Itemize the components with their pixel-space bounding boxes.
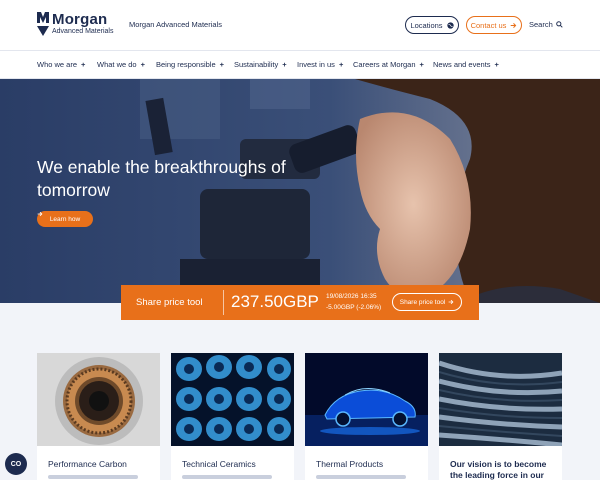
morgan-logo-icon	[37, 12, 49, 36]
nav-item-invest-in-us[interactable]: Invest in us +	[297, 60, 343, 69]
plus-icon: +	[81, 60, 86, 69]
technical-ceramics-image	[171, 353, 294, 446]
share-price-label: Share price tool	[136, 297, 203, 308]
vision-text: Our vision is to become the leading forc…	[450, 459, 547, 480]
card-description-placeholder	[316, 475, 406, 479]
hero-banner: We enable the breakthroughs of tomorrow …	[0, 79, 600, 303]
locations-label: Locations	[410, 20, 443, 30]
cookie-settings-button[interactable]: CO	[5, 453, 27, 475]
hero-title: We enable the breakthroughs of tomorrow	[37, 157, 286, 200]
plus-icon: +	[140, 60, 145, 69]
arrow-right-icon	[37, 211, 43, 217]
vision-card[interactable]: Our vision is to become the leading forc…	[439, 353, 562, 480]
main-nav: Who we are + What we do + Being responsibl…	[0, 50, 600, 79]
logo-subname: Advanced Materials	[52, 28, 114, 35]
card-title: Performance Carbon	[48, 459, 127, 469]
nav-item-sustainability[interactable]: Sustainability +	[234, 60, 287, 69]
share-price-change: -5.00GBP (-2.06%)	[326, 304, 382, 311]
card-description-placeholder	[182, 475, 272, 479]
globe-icon	[446, 21, 454, 29]
contact-label: Contact us	[470, 20, 507, 30]
share-price-tool-button[interactable]: Share price tool	[392, 293, 462, 311]
morgan-logo[interactable]: Morgan Advanced Materials	[37, 12, 113, 36]
turbine-blades-image	[439, 353, 562, 446]
thermal-products-image	[305, 353, 428, 446]
share-price-value: 237.50GBP	[231, 292, 319, 311]
plus-icon: +	[338, 60, 344, 69]
card-performance-carbon[interactable]: Performance Carbon	[37, 353, 160, 480]
site-header: Morgan Advanced Materials Morgan Advance…	[0, 0, 600, 50]
plus-icon: +	[219, 60, 225, 69]
logo-name: Morgan	[52, 11, 108, 28]
search-icon	[555, 21, 563, 28]
cookie-label: CO	[10, 460, 22, 468]
share-price-bar: Share price tool 237.50GBP 19/08/2026 16…	[121, 285, 479, 320]
plus-icon: +	[282, 60, 287, 69]
card-title: Thermal Products	[316, 459, 384, 469]
plus-icon: +	[494, 60, 499, 69]
performance-carbon-image	[37, 353, 160, 446]
arrow-right-icon	[511, 22, 517, 28]
nav-item-careers[interactable]: Careers at Morgan +	[353, 60, 424, 69]
card-title: Technical Ceramics	[182, 459, 256, 469]
nav-item-being-responsible[interactable]: Being responsible +	[156, 60, 224, 69]
locations-button[interactable]: Locations	[405, 16, 459, 34]
arrow-right-icon	[448, 299, 454, 305]
header-tagline: Morgan Advanced Materials	[129, 20, 222, 29]
plus-icon: +	[419, 60, 424, 69]
share-divider	[223, 290, 224, 315]
search-button[interactable]: Search	[529, 20, 563, 29]
contact-us-button[interactable]: Contact us	[466, 16, 522, 34]
share-price-tool-label: Share price tool	[399, 298, 446, 306]
learn-how-label: Learn how	[49, 215, 81, 223]
nav-item-what-we-do[interactable]: What we do +	[97, 60, 145, 69]
card-description-placeholder	[48, 475, 138, 479]
nav-item-who-we-are[interactable]: Who we are +	[37, 60, 85, 69]
card-thermal-products[interactable]: Thermal Products	[305, 353, 428, 480]
learn-how-button[interactable]: Learn how	[37, 211, 93, 227]
nav-item-news-and-events[interactable]: News and events +	[433, 60, 499, 69]
card-technical-ceramics[interactable]: Technical Ceramics	[171, 353, 294, 480]
share-price-datetime: 19/08/2026 16:35	[326, 293, 377, 300]
search-label: Search	[529, 20, 553, 29]
